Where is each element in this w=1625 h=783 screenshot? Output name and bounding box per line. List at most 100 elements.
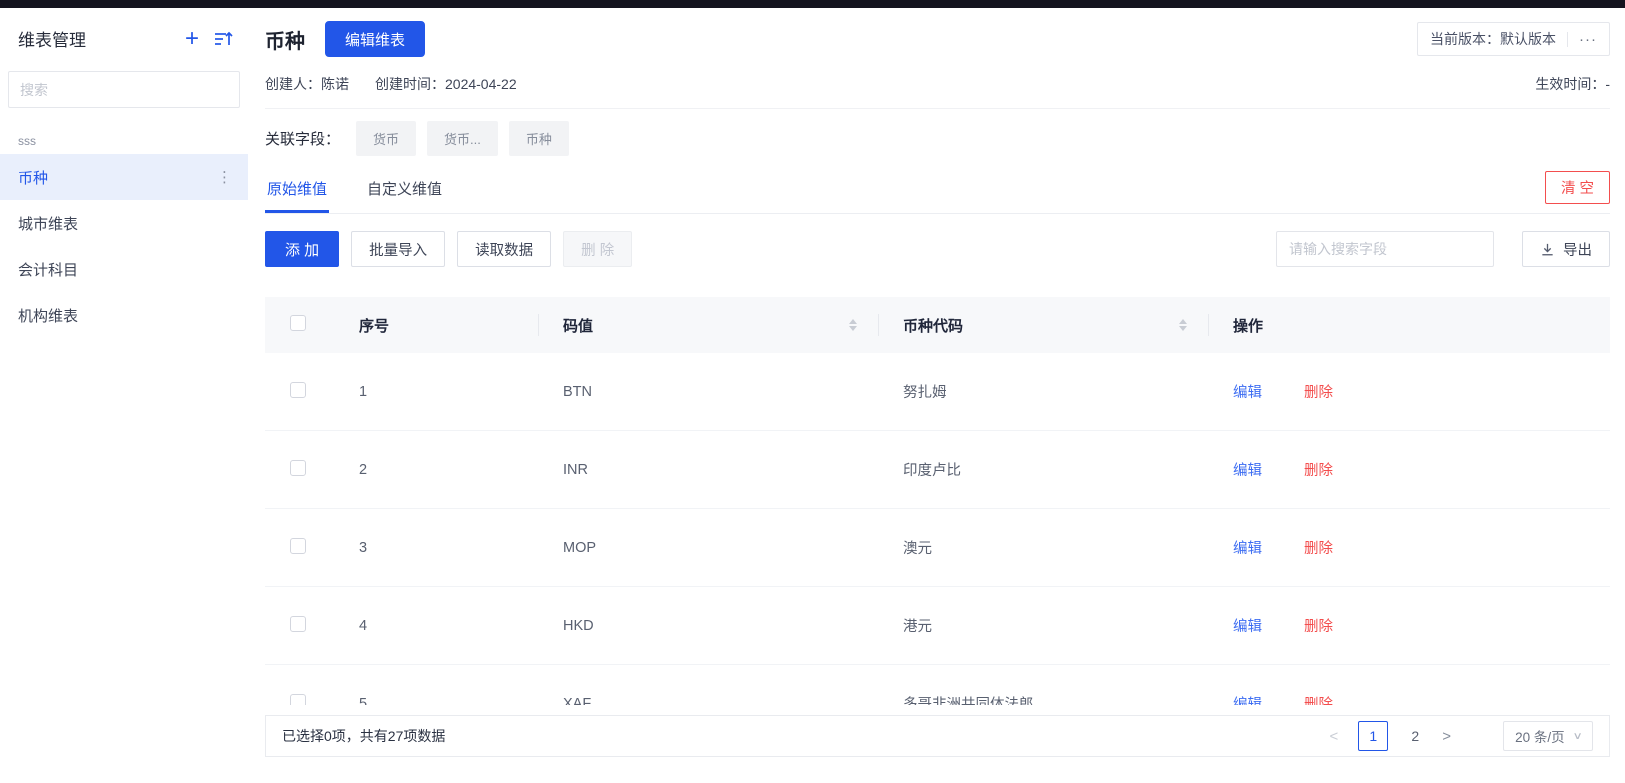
page-size-select[interactable]: 20 条/页 ∨ [1503, 721, 1593, 751]
created-value: 2024-04-22 [445, 76, 517, 92]
created-time-info: 创建时间：2024-04-22 [375, 74, 517, 94]
page-title: 币种 [265, 25, 305, 54]
delete-link[interactable]: 删除 [1304, 381, 1333, 402]
next-page-icon[interactable]: > [1442, 728, 1451, 745]
edit-link[interactable]: 编辑 [1233, 615, 1262, 636]
row-checkbox[interactable] [290, 616, 306, 632]
table-header: 序号 码值 币种代码 操作 [265, 297, 1610, 353]
row-currency-name: 港元 [879, 615, 1209, 636]
delete-link[interactable]: 删除 [1304, 693, 1333, 705]
top-window-bar [0, 0, 1625, 8]
page-size-value: 20 条/页 [1515, 726, 1565, 746]
row-code-value: BTN [539, 384, 879, 400]
clear-button[interactable]: 清 空 [1545, 171, 1610, 204]
row-actions: 编辑 删除 [1209, 615, 1610, 636]
related-fields-label: 关联字段： [265, 128, 340, 149]
tab-active[interactable]: 原始维值 [265, 170, 329, 213]
sort-list-icon[interactable] [213, 29, 234, 49]
sidebar-item[interactable]: 城市维表 [0, 200, 248, 246]
row-code-value: MOP [539, 540, 879, 556]
row-actions: 编辑 删除 [1209, 381, 1610, 402]
effective-value: - [1605, 76, 1610, 92]
effective-time-info: 生效时间：- [1535, 74, 1610, 94]
row-index: 2 [327, 462, 539, 478]
column-header-actions: 操作 [1209, 315, 1610, 336]
table-row: 2INR印度卢比编辑删除 [265, 431, 1610, 509]
row-checkbox[interactable] [290, 460, 306, 476]
tab-inactive[interactable]: 自定义维值 [365, 170, 444, 213]
column-header-code[interactable]: 码值 [539, 315, 879, 336]
add-dimension-icon[interactable]: + [185, 29, 199, 49]
related-field-tag[interactable]: 货币 [356, 121, 416, 156]
row-actions: 编辑 删除 [1209, 459, 1610, 480]
row-checkbox-cell [265, 460, 327, 480]
row-checkbox[interactable] [290, 382, 306, 398]
divider [1567, 32, 1568, 47]
column-header-currency-code[interactable]: 币种代码 [879, 315, 1209, 336]
table-row: 5XAF多哥非洲共同体法郎 编辑 删除 [265, 665, 1610, 705]
row-checkbox[interactable] [290, 694, 306, 706]
sidebar-item-label: 币种 [18, 167, 217, 188]
more-actions-icon[interactable]: ··· [1579, 31, 1597, 48]
sidebar-group-label: sss [0, 108, 248, 154]
read-data-button[interactable]: 读取数据 [457, 231, 551, 267]
current-version-label: 当前版本：默认版本 [1430, 29, 1556, 49]
row-checkbox[interactable] [290, 538, 306, 554]
edit-link[interactable]: 编辑 [1233, 693, 1262, 705]
table-row: 3MOP澳元编辑删除 [265, 509, 1610, 587]
creator-info: 创建人：陈诺 [265, 74, 349, 94]
row-checkbox-cell [265, 694, 327, 706]
sidebar-list: 币种⋮城市维表会计科目机构维表 [0, 154, 248, 338]
edit-dimension-button[interactable]: 编辑维表 [325, 21, 425, 57]
related-field-tag[interactable]: 币种 [509, 121, 569, 156]
prev-page-icon[interactable]: < [1329, 728, 1338, 745]
sidebar-item[interactable]: 币种⋮ [0, 154, 248, 200]
pagination: < 12 > 20 条/页 ∨ [1329, 721, 1593, 751]
footer-bar: 已选择0项，共有27项数据 < 12 > 20 条/页 ∨ [265, 715, 1610, 757]
row-checkbox-cell [265, 616, 327, 636]
sidebar-search-input[interactable] [8, 71, 240, 108]
data-table: 序号 码值 币种代码 操作 1BTN努扎姆编辑删除2INR印度卢比编辑删除3MO… [265, 297, 1610, 705]
sidebar-item-label: 会计科目 [18, 259, 232, 280]
row-currency-name: 印度卢比 [879, 459, 1209, 480]
main-content: 币种 编辑维表 当前版本：默认版本 ··· 创建人：陈诺 创建时间：2024-0… [248, 8, 1625, 783]
add-button[interactable]: 添 加 [265, 231, 339, 267]
table-row: 1BTN努扎姆 编辑 删除 [265, 353, 1610, 431]
edit-link[interactable]: 编辑 [1233, 537, 1262, 558]
row-code-value: XAF [539, 696, 879, 706]
selection-summary: 已选择0项，共有27项数据 [282, 726, 445, 746]
edit-link[interactable]: 编辑 [1233, 459, 1262, 480]
select-all-checkbox[interactable] [290, 315, 306, 331]
tabs: 原始维值自定义维值 [265, 170, 480, 213]
row-currency-name: 澳元 [879, 537, 1209, 558]
page-button[interactable]: 2 [1400, 721, 1430, 751]
item-more-icon[interactable]: ⋮ [217, 168, 232, 186]
table-body: 1BTN努扎姆编辑删除2INR印度卢比编辑删除3MOP澳元编辑删除4HKD港元编… [265, 353, 1610, 705]
sidebar-item[interactable]: 机构维表 [0, 292, 248, 338]
delete-link[interactable]: 删除 [1304, 537, 1333, 558]
pagination-pages: 12 [1358, 721, 1430, 751]
sort-icon[interactable] [849, 319, 857, 332]
row-currency-name: 多哥非洲共同体法郎 [879, 693, 1209, 705]
row-index: 5 [327, 696, 539, 706]
row-currency-name: 努扎姆 [879, 381, 1209, 402]
export-button[interactable]: 导出 [1522, 231, 1610, 267]
column-header-index[interactable]: 序号 [327, 315, 539, 336]
sidebar-title: 维表管理 [18, 26, 185, 51]
row-index: 1 [327, 384, 539, 400]
sort-icon[interactable] [1179, 319, 1187, 332]
sidebar-item[interactable]: 会计科目 [0, 246, 248, 292]
delete-link[interactable]: 删除 [1304, 459, 1333, 480]
row-actions: 编辑 删除 [1209, 693, 1610, 705]
current-version-box[interactable]: 当前版本：默认版本 ··· [1417, 22, 1610, 56]
row-checkbox-cell [265, 382, 327, 402]
delete-link[interactable]: 删除 [1304, 615, 1333, 636]
page-button[interactable]: 1 [1358, 721, 1388, 751]
table-search-input[interactable] [1276, 231, 1494, 267]
related-tags: 货币货币... 币种 [356, 121, 580, 156]
edit-link[interactable]: 编辑 [1233, 381, 1262, 402]
related-field-tag[interactable]: 货币... [427, 121, 498, 156]
creator-value: 陈诺 [321, 76, 349, 92]
delete-button[interactable]: 删 除 [563, 231, 632, 267]
batch-import-button[interactable]: 批量导入 [351, 231, 445, 267]
